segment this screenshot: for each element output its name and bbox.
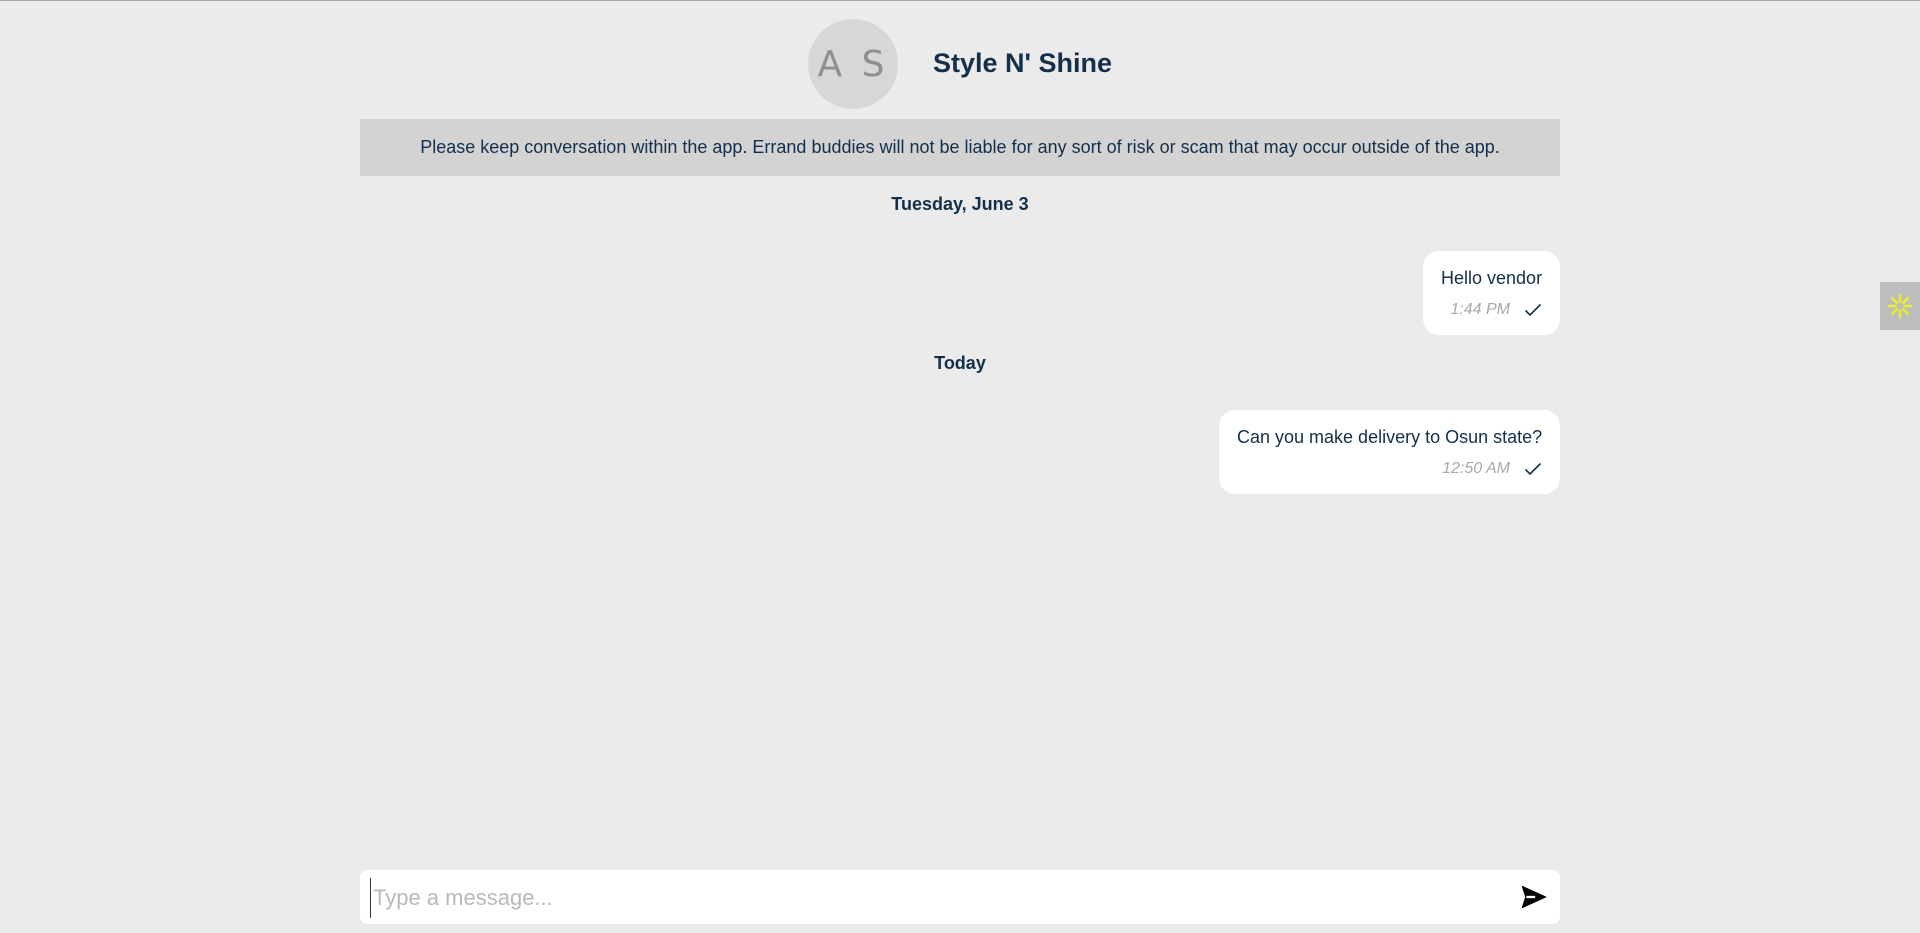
- vendor-name[interactable]: Style N' Shine: [933, 48, 1112, 79]
- message-input[interactable]: [370, 878, 1495, 918]
- message-time: 12:50 AM: [1442, 460, 1510, 477]
- chat-window: A S Style N' Shine Please keep conversat…: [360, 0, 1560, 933]
- chat-header: A S Style N' Shine: [360, 19, 1560, 111]
- message-bubble-outgoing[interactable]: Hello vendor 1:44 PM: [1423, 251, 1560, 335]
- avatar[interactable]: A S: [808, 19, 898, 109]
- message-time: 1:44 PM: [1450, 301, 1510, 318]
- check-icon: [1524, 462, 1542, 476]
- floating-widget-button[interactable]: [1880, 282, 1920, 330]
- check-icon: [1524, 303, 1542, 317]
- asterisk-flower-icon: [1887, 293, 1913, 319]
- message-text: Hello vendor: [1441, 268, 1543, 288]
- date-separator: Today: [934, 353, 986, 373]
- message-composer: [360, 870, 1560, 924]
- date-separator: Tuesday, June 3: [891, 194, 1029, 214]
- message-meta: 1:44 PM: [1441, 301, 1542, 319]
- safety-notice: Please keep conversation within the app.…: [360, 119, 1560, 176]
- message-meta: 12:50 AM: [1237, 460, 1542, 478]
- safety-notice-text: Please keep conversation within the app.…: [420, 137, 1500, 157]
- message-text: Can you make delivery to Osun state?: [1237, 427, 1543, 447]
- send-icon[interactable]: [1520, 883, 1548, 911]
- message-bubble-outgoing[interactable]: Can you make delivery to Osun state? 12:…: [1219, 410, 1560, 494]
